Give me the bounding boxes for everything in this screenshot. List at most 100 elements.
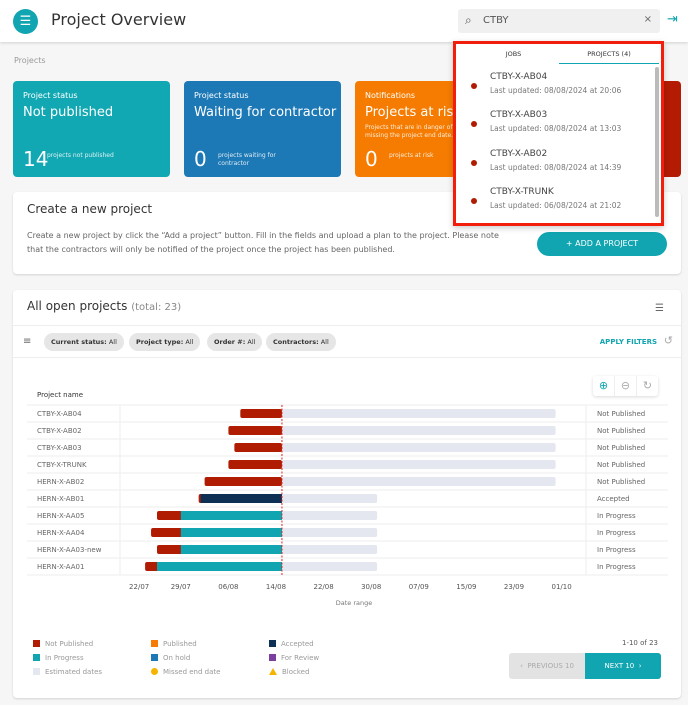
- estimated-bar: [281, 426, 556, 435]
- estimated-bar: [281, 443, 556, 452]
- chip-key: Order #:: [214, 338, 246, 346]
- status-bar: [180, 511, 282, 520]
- legend-swatch: [269, 668, 277, 675]
- create-text: Create a new project by click the “Add a…: [27, 231, 499, 254]
- x-tick-label: 15/09: [456, 583, 476, 591]
- filter-icon[interactable]: ≡: [23, 336, 31, 347]
- card-title: Not published: [23, 105, 114, 120]
- not-published-bar: [204, 477, 282, 486]
- legend-label: Not Published: [45, 640, 94, 648]
- row-status: Not Published: [597, 410, 645, 418]
- card-number-desc: projects at risk: [389, 152, 434, 159]
- search-result-item[interactable]: CTBY-X-AB02 Last updated: 08/08/2024 at 1…: [456, 145, 651, 183]
- card-label: Project status: [23, 91, 78, 100]
- x-tick-label: 14/08: [266, 583, 286, 591]
- app-header: ☰ Project Overview ⌕ CTBY × ⇥: [0, 0, 688, 42]
- result-name: CTBY-X-AB04: [490, 72, 548, 82]
- column-header: Project name: [37, 391, 83, 399]
- legend-swatch: [33, 654, 40, 661]
- scrollbar[interactable]: [655, 67, 659, 217]
- result-name: CTBY-X-TRUNK: [490, 187, 554, 197]
- row-status: In Progress: [597, 563, 636, 571]
- logout-icon[interactable]: ⇥: [667, 12, 678, 27]
- row-label: CTBY-X-AB03: [37, 444, 82, 452]
- result-updated: Last updated: 08/08/2024 at 13:03: [490, 124, 622, 133]
- card-number: 0: [194, 147, 207, 171]
- next-button[interactable]: NEXT 10 ›: [585, 653, 661, 679]
- estimated-bar: [281, 545, 378, 554]
- legend-label: Published: [163, 640, 197, 648]
- breadcrumb: Projects: [14, 56, 46, 65]
- legend-item: Missed end date: [151, 668, 220, 676]
- list-view-icon[interactable]: ☰: [655, 303, 664, 314]
- card-not-published[interactable]: Project status Not published 14 projects…: [13, 81, 170, 177]
- x-tick-label: 22/07: [129, 583, 149, 591]
- estimated-bar: [281, 511, 378, 520]
- legend-label: In Progress: [45, 654, 84, 662]
- legend-item: Blocked: [269, 668, 309, 676]
- status-bar: [157, 562, 282, 571]
- filter-chip-status[interactable]: Current status: All: [44, 333, 124, 351]
- filter-chip-order[interactable]: Order #: All: [207, 333, 263, 351]
- estimated-bar: [281, 409, 556, 418]
- legend-item: In Progress: [33, 654, 84, 662]
- tab-jobs[interactable]: JOBS: [466, 50, 561, 64]
- card-number: 14: [23, 147, 49, 171]
- row-label: HERN-X-AA03-new: [37, 546, 102, 554]
- not-published-bar: [228, 460, 282, 469]
- legend-item: Estimated dates: [33, 668, 102, 676]
- status-dot: [471, 198, 477, 204]
- card-waiting-contractor[interactable]: Project status Waiting for contractor 0 …: [184, 81, 341, 177]
- estimated-bar: [281, 477, 556, 486]
- row-label: CTBY-X-AB04: [37, 410, 82, 418]
- search-results-dropdown: JOBS PROJECTS (4) CTBY-X-AB04 Last update…: [453, 41, 664, 226]
- chip-value: All: [183, 338, 194, 346]
- clear-search-icon[interactable]: ×: [644, 14, 652, 25]
- row-label: HERN-X-AB01: [37, 495, 84, 503]
- hamburger-icon: ☰: [19, 14, 32, 29]
- apply-filters-button[interactable]: APPLY FILTERS: [600, 338, 657, 346]
- result-updated: Last updated: 06/08/2024 at 21:02: [490, 201, 622, 210]
- search-value[interactable]: CTBY: [483, 15, 509, 26]
- not-published-bar: [228, 426, 282, 435]
- search-icon: ⌕: [465, 13, 472, 27]
- status-dot: [471, 83, 477, 89]
- card-label: Notifications: [365, 91, 416, 100]
- add-project-label: ADD A PROJECT: [575, 239, 639, 248]
- tab-projects[interactable]: PROJECTS (4): [559, 50, 659, 64]
- chip-value: All: [106, 338, 117, 346]
- x-tick-label: 07/09: [409, 583, 429, 591]
- row-status: In Progress: [597, 529, 636, 537]
- legend-label: Accepted: [281, 640, 314, 648]
- not-published-bar: [240, 409, 282, 418]
- filter-chip-type[interactable]: Project type: All: [129, 333, 201, 351]
- estimated-bar: [281, 460, 556, 469]
- x-tick-label: 30/08: [361, 583, 381, 591]
- search-result-item[interactable]: CTBY-X-AB04 Last updated: 08/08/2024 at 2…: [456, 68, 651, 106]
- next-label: NEXT 10: [604, 662, 635, 670]
- estimated-bar: [281, 562, 378, 571]
- row-status: Not Published: [597, 444, 645, 452]
- add-project-button[interactable]: + ADD A PROJECT: [537, 232, 667, 256]
- x-tick-label: 01/10: [552, 583, 572, 591]
- status-dot: [471, 160, 477, 166]
- card-title: Waiting for contractor: [194, 105, 337, 120]
- search-input[interactable]: ⌕ CTBY ×: [458, 9, 660, 33]
- status-bar: [200, 494, 282, 503]
- pagination-count: 1-10 of 23: [622, 639, 658, 647]
- status-bar: [180, 528, 282, 537]
- x-tick-label: 29/07: [171, 583, 191, 591]
- estimated-bar: [281, 494, 378, 503]
- card-title: Projects at risk: [365, 105, 461, 120]
- row-label: HERN-X-AA01: [37, 563, 84, 571]
- previous-button[interactable]: ‹ PREVIOUS 10: [509, 653, 585, 679]
- search-result-item[interactable]: CTBY-X-AB03 Last updated: 08/08/2024 at 1…: [456, 106, 651, 144]
- filter-chip-contractors[interactable]: Contractors: All: [266, 333, 336, 351]
- legend-item: Not Published: [33, 640, 93, 648]
- search-result-item[interactable]: CTBY-X-TRUNK Last updated: 06/08/2024 at …: [456, 183, 651, 221]
- chip-key: Contractors:: [273, 338, 319, 346]
- page-title: Project Overview: [51, 10, 187, 29]
- history-icon[interactable]: ↺: [664, 334, 673, 347]
- menu-button[interactable]: ☰: [13, 9, 38, 34]
- row-label: HERN-X-AA04: [37, 529, 85, 537]
